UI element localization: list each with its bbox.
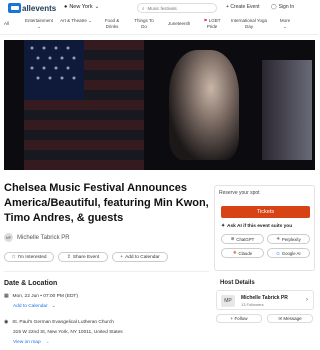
nav-label: Entertainment (24, 18, 53, 23)
host-logo: MP (221, 295, 235, 307)
flag-canton (24, 40, 84, 100)
venue-row: ◉ St. Paul's German Evangelical Lutheran… (4, 320, 114, 325)
venue-name: St. Paul's German Evangelical Lutheran C… (12, 320, 114, 325)
ai-claude-button[interactable]: ✺ Claude (221, 248, 264, 258)
top-header: allevents ● New York ⌄ ⌕ Music festivals… (0, 0, 318, 16)
reserve-card: Reserve your spot Tickets ✦ Ask AI if th… (214, 185, 315, 271)
nav-item-things-to-do[interactable]: Things To Do (132, 18, 156, 30)
perplexity-icon: ✳ (276, 236, 280, 241)
chevron-right-icon: › (306, 297, 308, 303)
host-followers: 13 Followers (241, 302, 264, 307)
share-event-button[interactable]: ⇪ Share Event (58, 252, 108, 262)
view-on-map-link[interactable]: View on map → (13, 340, 49, 345)
ai-label: Claude (238, 250, 253, 256)
event-title: Chelsea Music Festival Announces America… (4, 182, 209, 224)
date-row: ▦ Mon, 22 Jun • 07:00 PM (EDT) (4, 294, 78, 299)
performer-photo (169, 50, 239, 160)
city-selector[interactable]: ● New York ⌄ (64, 4, 99, 10)
create-event-button[interactable]: + Create Event (226, 4, 260, 10)
sparkle-icon: ✦ (221, 224, 226, 229)
organizer-name: Michelle Tabrick PR (17, 234, 70, 241)
chatgpt-icon: ⊛ (230, 236, 235, 241)
ai-google-button[interactable]: G Google AI (267, 248, 310, 258)
ai-heading-text: Ask AI if this event suits you (227, 224, 293, 229)
divider (4, 271, 209, 272)
venue-address: 315 W 22nd St, New York, NY 10011, Unite… (13, 330, 123, 335)
follow-label: Follow (234, 316, 248, 321)
chevron-down-icon: ⌄ (94, 4, 100, 10)
site-logo[interactable]: allevents (8, 3, 56, 13)
ai-heading: ✦ Ask AI if this event suits you (221, 224, 292, 229)
ai-label: ChatGPT (236, 236, 255, 242)
reserve-label: Reserve your spot (219, 190, 260, 196)
nav-label: Art & Theatre (60, 18, 87, 23)
ai-label: Google AI (281, 250, 301, 256)
interested-button[interactable]: ☆ I'm Interested (4, 252, 54, 262)
add-calendar-link-label: Add to Calendar (13, 304, 48, 309)
search-placeholder: Music festivals (147, 5, 177, 11)
nav-item-entertainment[interactable]: Entertainment ⌄ (24, 18, 54, 30)
event-actions: ☆ I'm Interested ⇪ Share Event + Add to … (4, 252, 168, 262)
nav-item-lgbt-pride[interactable]: ⚑ LGBT Pride (198, 18, 226, 30)
host-details-heading: Host Details (220, 280, 255, 286)
claude-icon: ✺ (232, 250, 237, 255)
sign-in-button[interactable]: ◯ Sign In (271, 4, 294, 10)
add-to-calendar-link[interactable]: Add to Calendar ⌄ (13, 304, 56, 309)
hero-side-panel (262, 60, 312, 160)
rainbow-flag-icon: ⚑ (203, 18, 208, 23)
nav-label: LGBT Pride (206, 18, 221, 29)
plus-icon: + (120, 254, 124, 260)
interested-label: I'm Interested (17, 254, 47, 260)
add-to-calendar-button[interactable]: + Add to Calendar (112, 252, 168, 262)
city-name: New York (69, 4, 93, 10)
ai-perplexity-button[interactable]: ✳ Perplexity (267, 234, 310, 244)
date-location-heading: Date & Location (4, 280, 58, 287)
avatar: MP (4, 233, 13, 242)
location-pin-icon: ◉ (4, 320, 9, 325)
message-label: Message (283, 316, 302, 321)
organizer-row[interactable]: MP Michelle Tabrick PR (4, 233, 70, 242)
search-icon: ⌕ (142, 5, 145, 11)
search-input[interactable]: ⌕ Music festivals (137, 3, 217, 13)
ai-label: Perplexity (281, 236, 301, 242)
add-calendar-label: Add to Calendar (125, 254, 160, 260)
create-event-label: Create Event (230, 4, 260, 10)
message-button[interactable]: ✉ Message (267, 314, 313, 323)
logo-badge (8, 3, 21, 13)
sign-in-label: Sign In (278, 4, 295, 10)
nav-item-art-theatre[interactable]: Art & Theatre ⌄ (60, 18, 92, 24)
location-pin-icon: ● (64, 4, 68, 10)
category-nav: All Entertainment ⌄ Art & Theatre ⌄ Food… (0, 16, 318, 35)
calendar-icon: ▦ (4, 294, 9, 299)
chevron-down-icon: ⌄ (51, 304, 56, 309)
host-name: Michelle Tabrick PR (241, 295, 288, 301)
user-icon: ◯ (271, 4, 277, 10)
address-row: 315 W 22nd St, New York, NY 10011, Unite… (13, 330, 123, 335)
host-card[interactable]: MP Michelle Tabrick PR 13 Followers › (216, 290, 314, 310)
event-date: Mon, 22 Jun • 07:00 PM (EDT) (12, 294, 78, 299)
view-map-label: View on map (13, 340, 41, 345)
follow-button[interactable]: + Follow (216, 314, 262, 323)
nav-item-yoga-day[interactable]: International Yoga Day (228, 18, 270, 30)
logo-text: allevents (22, 3, 57, 13)
nav-item-more[interactable]: More ⌄ (276, 18, 294, 30)
share-icon: ⇪ (66, 254, 71, 260)
nav-item-food-drinks[interactable]: Food & Drinks (100, 18, 124, 30)
tickets-button[interactable]: Tickets (221, 206, 310, 218)
star-icon: ☆ (11, 254, 16, 260)
nav-item-juneteenth[interactable]: Juneteenth (168, 21, 190, 27)
share-label: Share Event (72, 254, 100, 260)
nav-item-all[interactable]: All (4, 21, 9, 27)
arrow-right-icon: → (44, 340, 50, 345)
nav-label: More (279, 18, 291, 23)
google-icon: G (276, 250, 280, 256)
event-hero-image (4, 40, 315, 170)
ai-chatgpt-button[interactable]: ⊛ ChatGPT (221, 234, 264, 244)
